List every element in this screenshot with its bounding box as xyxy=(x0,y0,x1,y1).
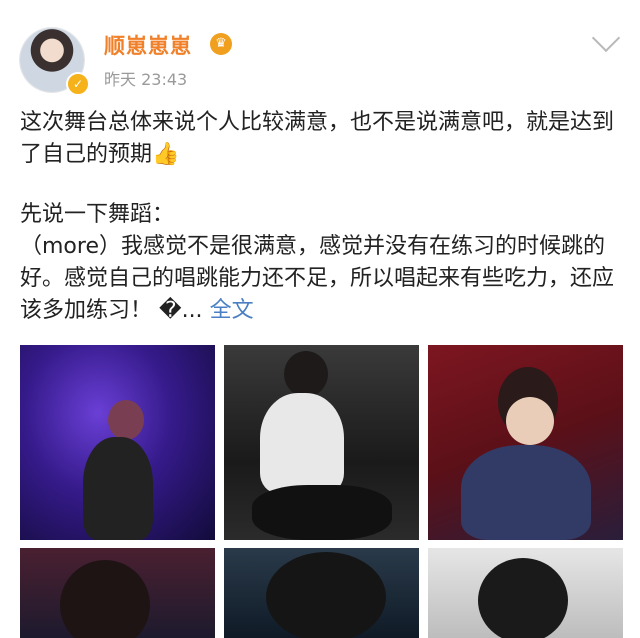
post-text: 这次舞台总体来说个人比较满意，也不是说满意吧，就是达到了自己的预期👍 先说一下舞… xyxy=(20,107,620,327)
photo-thumbnail[interactable] xyxy=(428,548,623,638)
chevron-down-icon[interactable] xyxy=(591,23,621,53)
crown-icon: ♛ xyxy=(210,33,232,55)
photo-thumbnail[interactable] xyxy=(20,345,215,540)
thumbs-up-emoji: 👍 xyxy=(152,142,180,167)
photo-thumbnail[interactable] xyxy=(224,548,419,638)
truncation-ellipsis: �... xyxy=(159,298,203,323)
post-paragraph-2-heading: 先说一下舞蹈： xyxy=(20,202,175,227)
post-timestamp: 昨天 23:43 xyxy=(104,70,188,89)
photo-thumbnail[interactable] xyxy=(224,345,419,540)
username[interactable]: 顺崽崽崽 xyxy=(104,30,192,60)
photo-grid xyxy=(20,345,623,638)
photo-thumbnail[interactable] xyxy=(428,345,623,540)
verified-badge-icon: ✓ xyxy=(66,72,90,96)
post-paragraph-2-body: （more）我感觉不是很满意，感觉并没有在练习的时候跳的好。感觉自己的唱跳能力还… xyxy=(20,234,615,323)
post-paragraph-1: 这次舞台总体来说个人比较满意，也不是说满意吧，就是达到了自己的预期 xyxy=(20,110,615,167)
expand-full-text-link[interactable]: 全文 xyxy=(210,298,254,323)
photo-thumbnail[interactable] xyxy=(20,548,215,638)
